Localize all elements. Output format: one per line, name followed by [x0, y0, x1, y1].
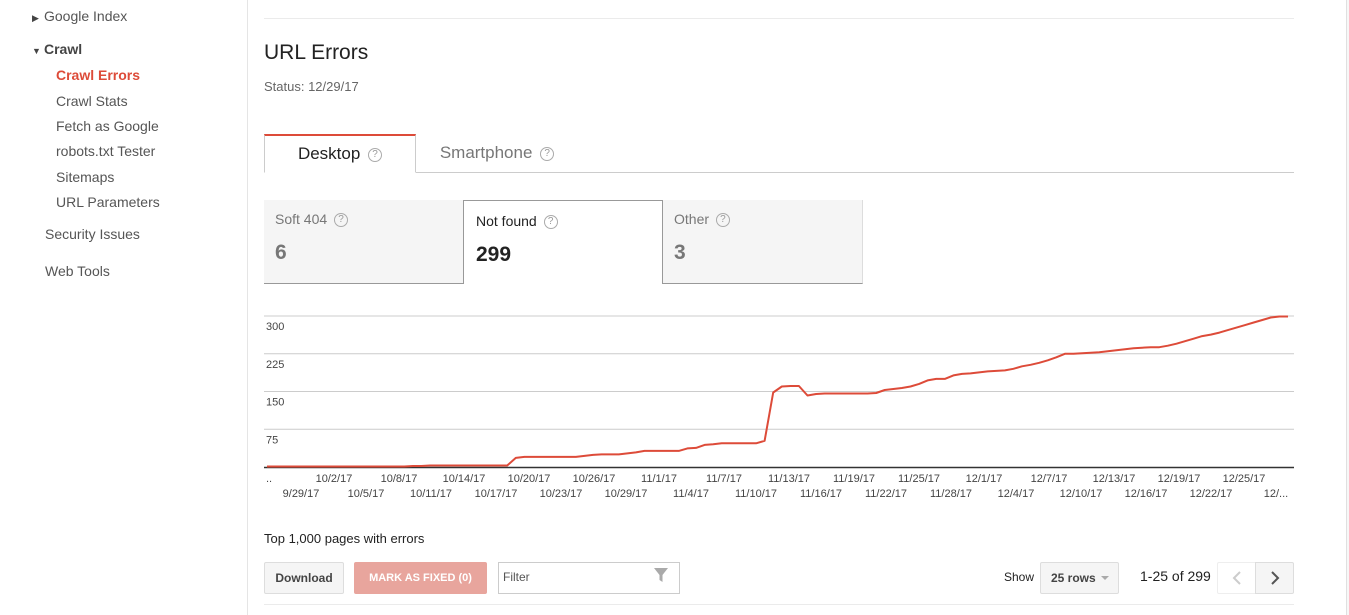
- sidebar-item-sitemaps[interactable]: Sitemaps: [56, 169, 114, 185]
- previous-page-button[interactable]: [1217, 562, 1256, 594]
- mark-as-fixed-button[interactable]: MARK AS FIXED (0): [354, 562, 487, 594]
- x-tick-label: 10/23/17: [540, 488, 583, 500]
- card-label: Soft 404 ?: [275, 211, 349, 227]
- sidebar-item-security-issues[interactable]: Security Issues: [45, 226, 140, 242]
- x-tick-label: 11/22/17: [865, 488, 907, 500]
- tab-label: Smartphone: [439, 143, 533, 162]
- sidebar-item-robots-tester[interactable]: robots.txt Tester: [56, 143, 155, 159]
- error-type-cards: Soft 404 ? 6 Not found ? 299 Other ? 3: [264, 200, 868, 284]
- sidebar-item-label: Crawl: [44, 41, 83, 57]
- pagination-text: 1-25 of 299: [1140, 568, 1211, 584]
- divider: [264, 604, 1294, 605]
- card-label: Not found ?: [476, 213, 558, 229]
- sidebar-item-label: Google Index: [44, 8, 128, 24]
- sidebar-item-google-index[interactable]: ▶ Google Index: [32, 8, 127, 24]
- y-tick-label: 300: [266, 321, 284, 333]
- x-tick-label: 10/20/17: [508, 473, 551, 485]
- sidebar-item-crawl[interactable]: ▼ Crawl: [32, 41, 82, 57]
- x-tick-label: 10/26/17: [573, 473, 616, 485]
- y-tick-label: 75: [266, 434, 278, 446]
- filter-input[interactable]: [501, 569, 641, 585]
- y-tick-label: 150: [266, 397, 284, 409]
- caret-down-icon: ▼: [32, 46, 41, 56]
- chevron-down-icon: [1101, 576, 1109, 580]
- card-value: 3: [674, 241, 686, 264]
- sidebar-item-web-tools[interactable]: Web Tools: [45, 263, 110, 279]
- card-value: 6: [275, 241, 287, 264]
- x-tick-label: 12/7/17: [1031, 473, 1068, 485]
- filter-field[interactable]: [498, 562, 680, 594]
- x-tick-label: 12/22/17: [1190, 488, 1233, 500]
- x-tick-label: 11/4/17: [673, 488, 709, 500]
- card-soft-404[interactable]: Soft 404 ? 6: [264, 200, 464, 284]
- page-title: URL Errors: [264, 41, 369, 64]
- x-tick-label: 12/10/17: [1060, 488, 1103, 500]
- x-tick-label: 12/19/17: [1158, 473, 1201, 485]
- sidebar-item-url-parameters[interactable]: URL Parameters: [56, 194, 160, 210]
- x-tick-label: 12/...: [1264, 488, 1288, 500]
- download-button[interactable]: Download: [264, 562, 344, 594]
- x-tick-label: 12/1/17: [966, 473, 1003, 485]
- chevron-right-icon: [1271, 571, 1280, 585]
- x-tick-label: 12/25/17: [1223, 473, 1266, 485]
- x-tick-label: 10/11/17: [410, 488, 452, 500]
- help-icon[interactable]: ?: [540, 147, 555, 161]
- x-tick-label: 10/2/17: [316, 473, 353, 485]
- chart-svg: 75 150 225 300 10/2/17 10/8/17 10/14/17 10/20/1…: [264, 315, 1294, 500]
- device-tabs: Desktop ? Smartphone ?: [264, 134, 1294, 173]
- help-icon[interactable]: ?: [334, 213, 349, 227]
- help-icon[interactable]: ?: [543, 215, 558, 229]
- chevron-left-icon: [1232, 571, 1241, 585]
- sidebar-item-crawl-errors[interactable]: Crawl Errors: [56, 67, 140, 83]
- x-tick-label: 11/28/17: [930, 488, 972, 500]
- card-other[interactable]: Other ? 3: [663, 200, 863, 284]
- x-tick-label: 10/29/17: [605, 488, 648, 500]
- card-not-found[interactable]: Not found ? 299: [463, 200, 663, 284]
- x-tick-label: 10/17/17: [475, 488, 518, 500]
- help-icon[interactable]: ?: [715, 213, 730, 227]
- x-tick-label: 10/14/17: [443, 473, 486, 485]
- rows-per-page-select[interactable]: 25 rows: [1040, 562, 1119, 594]
- tab-desktop[interactable]: Desktop ?: [264, 134, 416, 173]
- tab-label: Desktop: [297, 144, 361, 163]
- show-label: Show: [1004, 570, 1035, 584]
- x-tick-label: ..: [266, 473, 272, 485]
- x-tick-label: 12/13/17: [1093, 473, 1136, 485]
- x-tick-label: 11/10/17: [735, 488, 777, 500]
- divider: [264, 18, 1294, 19]
- x-tick-label: 10/8/17: [381, 473, 418, 485]
- x-tick-label: 11/25/17: [898, 473, 940, 485]
- x-tick-label: 12/4/17: [998, 488, 1035, 500]
- filter-icon[interactable]: [653, 567, 669, 583]
- x-tick-label: 10/5/17: [348, 488, 385, 500]
- sidebar-item-crawl-stats[interactable]: Crawl Stats: [56, 93, 128, 109]
- tab-smartphone[interactable]: Smartphone ?: [416, 134, 578, 173]
- card-label: Other ?: [674, 211, 730, 227]
- y-tick-label: 225: [266, 359, 284, 371]
- status-text: Status: 12/29/17: [264, 79, 359, 94]
- x-tick-label: 11/13/17: [768, 473, 810, 485]
- main-content: URL Errors Status: 12/29/17 Desktop ? Sm…: [264, 0, 1294, 615]
- x-tick-label: 11/1/17: [641, 473, 677, 485]
- sidebar-item-fetch-as-google[interactable]: Fetch as Google: [56, 118, 159, 134]
- table-title: Top 1,000 pages with errors: [264, 531, 425, 546]
- x-tick-label: 9/29/17: [283, 488, 320, 500]
- x-tick-label: 11/7/17: [706, 473, 742, 485]
- x-tick-label: 11/16/17: [800, 488, 842, 500]
- errors-chart: 75 150 225 300 10/2/17 10/8/17 10/14/17 10/20/1…: [264, 306, 1294, 506]
- card-value: 299: [476, 243, 512, 266]
- x-tick-label: 12/16/17: [1125, 488, 1168, 500]
- x-tick-label: 11/19/17: [833, 473, 875, 485]
- caret-right-icon: ▶: [32, 13, 39, 23]
- rows-select-value: 25 rows: [1051, 571, 1096, 585]
- sidebar: ▶ Google Index ▼ Crawl Crawl Errors Crawl …: [0, 0, 248, 615]
- next-page-button[interactable]: [1255, 562, 1294, 594]
- help-icon[interactable]: ?: [368, 148, 383, 162]
